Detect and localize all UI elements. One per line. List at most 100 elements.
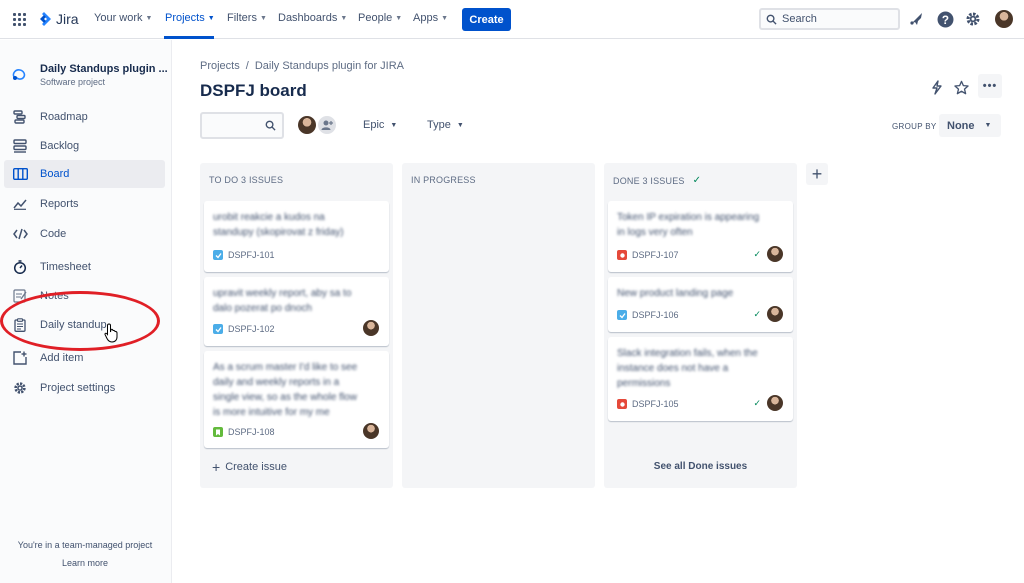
notes-icon [12,288,28,304]
issue-key[interactable]: DSPFJ-102 [228,324,275,334]
app-switcher-icon[interactable] [13,13,26,26]
nav-projects[interactable]: Projects ▼ [165,12,215,24]
issue-key[interactable]: DSPFJ-106 [632,310,679,320]
chevron-down-icon: ▼ [984,122,992,129]
issue-key[interactable]: DSPFJ-105 [632,399,679,409]
board-search-input[interactable] [200,112,284,139]
more-actions-icon[interactable]: ••• [978,74,1002,98]
nav-your-work[interactable]: Your work ▼ [94,12,152,24]
group-by-label: GROUP BY [892,122,937,131]
issue-card[interactable]: As a scrum master I'd like to see daily … [204,351,389,448]
see-all-done-link[interactable]: See all Done issues [604,461,797,472]
assignee-avatar[interactable] [363,423,379,439]
clipboard-icon [12,317,28,333]
issue-card[interactable]: upravit weekly report, aby sa to dalo po… [204,277,389,346]
sidebar-item-project-settings[interactable]: Project settings [4,374,165,402]
sidebar-item-label: Roadmap [40,111,88,123]
issue-key[interactable]: DSPFJ-101 [228,250,275,260]
reports-icon [12,196,28,212]
bug-type-icon [617,399,627,409]
add-column-button[interactable]: + [806,163,828,185]
chevron-down-icon: ▼ [340,14,348,22]
sidebar-item-add-item[interactable]: Add item [4,344,165,372]
sidebar-item-label: Daily standup [40,319,107,331]
sidebar-item-board[interactable]: Board [4,160,165,188]
issue-card[interactable]: Slack integration fails, when the instan… [608,337,793,421]
task-type-icon [213,250,223,260]
learn-more-link[interactable]: Learn more [0,558,170,568]
plus-icon: + [212,459,221,475]
issue-key[interactable]: DSPFJ-107 [632,250,679,260]
star-icon[interactable] [952,78,970,96]
add-people-icon[interactable] [316,114,338,136]
card-summary: Token IP expiration is appearing in logs… [617,212,760,238]
card-summary: New product landing page [617,288,734,299]
issue-key[interactable]: DSPFJ-108 [228,427,275,437]
column-todo: TO DO 3 ISSUES urobit reakcie a kudos na… [200,163,393,488]
bug-type-icon [617,250,627,260]
global-search[interactable] [759,8,900,30]
breadcrumb: Projects / Daily Standups plugin for JIRA [200,60,404,72]
column-header: DONE 3 ISSUES ✓ [613,175,701,186]
issue-card[interactable]: New product landing page DSPFJ-106 ✓ [608,277,793,332]
sidebar-item-label: Timesheet [40,261,91,273]
hand-cursor-icon [104,323,120,348]
project-name: Daily Standups plugin ... [40,63,168,75]
timer-icon [12,259,28,275]
nav-label: Your work [94,12,143,24]
settings-gear-icon[interactable] [964,10,982,28]
column-in-progress: IN PROGRESS [402,163,595,488]
assignee-avatar[interactable] [767,246,783,262]
story-type-icon [213,427,223,437]
nav-people[interactable]: People ▼ [358,12,402,24]
dropdown-label: Type [427,119,451,131]
column-title: IN PROGRESS [411,175,476,185]
project-header[interactable]: Daily Standups plugin ... Software proje… [10,60,168,87]
nav-label: Apps [413,12,439,24]
sidebar-item-code[interactable]: Code [4,220,165,248]
epic-filter-dropdown[interactable]: Epic ▼ [363,119,397,131]
create-button[interactable]: Create [462,8,511,31]
user-avatar[interactable] [995,10,1013,28]
chevron-down-icon: ▼ [395,14,403,22]
task-type-icon [213,324,223,334]
lightning-icon[interactable] [928,78,946,96]
sidebar-item-timesheet[interactable]: Timesheet [4,253,165,281]
issue-card[interactable]: urobit reakcie a kudos na standupy (skop… [204,201,389,272]
jira-logo[interactable]: Jira [36,11,79,27]
nav-label: Projects [165,12,205,24]
sidebar-item-label: Add item [40,352,84,364]
project-type: Software project [40,77,106,87]
create-issue-button[interactable]: + Create issue [212,459,287,475]
dropdown-label: Epic [363,119,385,131]
sidebar-item-roadmap[interactable]: Roadmap [4,103,165,131]
issue-card[interactable]: Token IP expiration is appearing in logs… [608,201,793,272]
sidebar-item-reports[interactable]: Reports [4,190,165,218]
assignee-avatar[interactable] [767,395,783,411]
nav-filters[interactable]: Filters ▼ [227,12,267,24]
group-by-select[interactable]: None ▼ [939,114,1001,137]
nav-dashboards[interactable]: Dashboards ▼ [278,12,347,24]
type-filter-dropdown[interactable]: Type ▼ [427,119,464,131]
sidebar-item-backlog[interactable]: Backlog [4,132,165,160]
team-managed-note: You're in a team-managed project [17,540,153,550]
sidebar-item-notes[interactable]: Notes [4,282,165,310]
sidebar-item-daily-standup[interactable]: Daily standup [4,311,165,339]
breadcrumb-projects[interactable]: Projects [200,60,240,72]
breadcrumb-separator: / [245,60,249,72]
notifications-icon[interactable] [907,10,925,28]
task-type-icon [617,310,627,320]
help-icon[interactable]: ? [936,10,954,28]
card-footer: DSPFJ-106 [617,310,679,320]
breadcrumb-project[interactable]: Daily Standups plugin for JIRA [255,60,404,72]
assignee-avatar[interactable] [767,306,783,322]
search-input[interactable] [782,13,892,25]
card-summary: As a scrum master I'd like to see daily … [213,362,358,418]
card-footer: DSPFJ-101 [213,250,275,260]
assignee-avatar[interactable] [363,320,379,336]
board-icon [12,166,28,182]
jira-logo-icon [40,12,51,26]
chevron-down-icon: ▼ [390,121,398,129]
nav-apps[interactable]: Apps ▼ [413,12,448,24]
assignee-filter-avatar[interactable] [296,114,318,136]
